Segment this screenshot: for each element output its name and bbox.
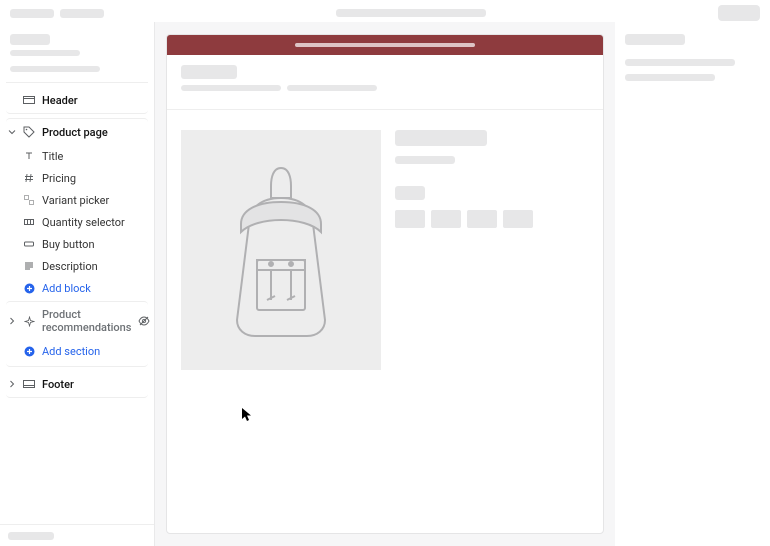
text-type-icon	[22, 149, 36, 163]
top-bar	[0, 0, 770, 22]
variant-swatches[interactable]	[395, 210, 589, 236]
section-product-recommendations[interactable]: Product recommendations	[6, 301, 148, 338]
variant-icon	[22, 193, 36, 207]
block-quantity-label: Quantity selector	[42, 216, 125, 229]
add-section-button[interactable]: Add section	[6, 340, 148, 367]
paragraph-icon	[22, 259, 36, 273]
topbar-left	[10, 9, 104, 18]
add-block-label: Add block	[42, 282, 91, 295]
hidden-eye-icon[interactable]	[137, 314, 151, 328]
button-icon	[22, 237, 36, 251]
tag-icon	[22, 125, 36, 139]
section-header[interactable]: Header	[6, 87, 148, 114]
preview-header	[167, 55, 603, 110]
add-section-label: Add section	[42, 345, 100, 358]
section-footer[interactable]: Footer	[6, 371, 148, 398]
section-footer-label: Footer	[42, 378, 74, 391]
block-buy-button-label: Buy button	[42, 238, 95, 251]
announcement-bar[interactable]	[167, 35, 603, 55]
topbar-action[interactable]	[718, 5, 760, 21]
plus-circle-icon	[22, 344, 36, 358]
section-product-page-label: Product page	[42, 126, 108, 139]
preview-body	[167, 110, 603, 390]
block-pricing-label: Pricing	[42, 172, 76, 185]
caret-right-icon	[8, 317, 16, 325]
sidebar: Header Product page Title Pricing V	[0, 22, 155, 546]
sidebar-footer	[0, 524, 154, 546]
product-page-blocks: Title Pricing Variant picker Quantity se…	[6, 145, 148, 299]
block-description-label: Description	[42, 260, 98, 273]
block-quantity-selector[interactable]: Quantity selector	[20, 211, 148, 233]
block-title[interactable]: Title	[20, 145, 148, 167]
section-recommendations-label: Product recommendations	[42, 308, 131, 334]
quantity-icon	[22, 215, 36, 229]
block-pricing[interactable]: Pricing	[20, 167, 148, 189]
block-variant-picker-label: Variant picker	[42, 194, 109, 207]
topbar-center	[112, 9, 710, 17]
product-image[interactable]	[181, 130, 381, 370]
block-variant-picker[interactable]: Variant picker	[20, 189, 148, 211]
section-product-page[interactable]: Product page	[6, 118, 148, 143]
block-buy-button[interactable]: Buy button	[20, 233, 148, 255]
add-block-button[interactable]: Add block	[20, 277, 148, 299]
sidebar-theme-info	[6, 30, 148, 83]
footer-bar-icon	[22, 377, 36, 391]
caret-down-icon	[8, 128, 16, 136]
settings-panel	[615, 22, 770, 546]
product-info	[395, 130, 589, 370]
header-bar-icon	[22, 93, 36, 107]
sparkle-icon	[22, 314, 36, 328]
preview-area	[155, 22, 615, 546]
caret-right-icon	[8, 380, 16, 388]
hash-icon	[22, 171, 36, 185]
plus-circle-icon	[22, 281, 36, 295]
section-header-label: Header	[42, 94, 78, 107]
preview-canvas[interactable]	[166, 34, 604, 534]
block-description[interactable]: Description	[20, 255, 148, 277]
block-title-label: Title	[42, 150, 63, 163]
